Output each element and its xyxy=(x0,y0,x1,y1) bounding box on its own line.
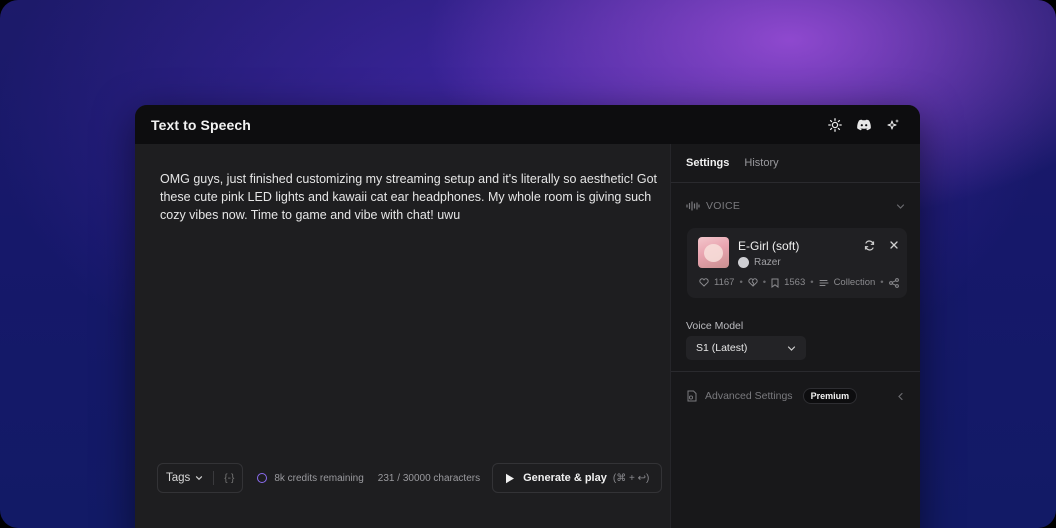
play-icon xyxy=(506,473,515,483)
separator-dot: • xyxy=(880,277,884,288)
credits-indicator: 8k credits remaining xyxy=(257,472,364,484)
tags-separator xyxy=(213,471,215,485)
title-bar: Text to Speech xyxy=(135,105,920,144)
generate-shortcut: (⌘ + ↩) xyxy=(612,472,650,484)
section-divider xyxy=(671,371,920,372)
voice-model-select[interactable]: S1 (Latest) xyxy=(686,336,806,360)
separator-dot: • xyxy=(762,277,767,288)
settings-sidebar: Settings History VOICE E-Girl (soft) Raz… xyxy=(670,144,920,528)
voice-card-actions xyxy=(864,240,899,251)
premium-badge: Premium xyxy=(802,388,858,404)
chevron-left-icon xyxy=(898,392,903,400)
generate-play-button[interactable]: Generate & play (⌘ + ↩) xyxy=(492,463,663,493)
voice-model-value: S1 (Latest) xyxy=(696,342,748,354)
broken-heart-icon[interactable] xyxy=(748,278,758,287)
text-editor[interactable]: OMG guys, just finished customizing my s… xyxy=(135,144,670,528)
share-icon[interactable] xyxy=(888,277,899,288)
author-name: Razer xyxy=(754,257,781,268)
insert-variable-button[interactable]: {-} xyxy=(224,473,234,484)
voice-stats: 1167 • • 1563 • Collection • xyxy=(699,277,899,288)
sparkle-icon[interactable] xyxy=(886,118,900,132)
voice-section-header[interactable]: VOICE xyxy=(686,200,905,212)
chevron-down-icon xyxy=(196,476,203,481)
window-title: Text to Speech xyxy=(151,116,251,133)
advanced-settings-header[interactable]: Advanced Settings Premium xyxy=(686,388,905,404)
settings-file-icon xyxy=(687,390,697,402)
close-icon[interactable] xyxy=(889,240,899,250)
credits-ring-icon xyxy=(257,473,268,483)
voice-avatar xyxy=(698,237,729,268)
credits-text: 8k credits remaining xyxy=(274,472,364,484)
tags-label: Tags xyxy=(166,472,191,484)
tags-control: Tags {-} xyxy=(157,463,244,493)
sun-icon[interactable] xyxy=(828,117,842,132)
sidebar-tabs: Settings History xyxy=(671,144,920,183)
editor-text[interactable]: OMG guys, just finished customizing my s… xyxy=(160,170,660,224)
app-window: Text to Speech OMG guys, just finished c… xyxy=(135,105,920,528)
voice-name: E-Girl (soft) xyxy=(738,239,800,253)
chevron-down-icon xyxy=(896,203,905,209)
author-avatar xyxy=(738,257,749,268)
chevron-down-icon xyxy=(787,345,796,351)
likes-count: 1167 xyxy=(714,277,735,288)
saves-count: 1563 xyxy=(784,277,806,288)
character-count: 231 / 30000 characters xyxy=(377,472,481,484)
background: Text to Speech OMG guys, just finished c… xyxy=(0,0,1056,528)
separator-dot: • xyxy=(810,277,814,288)
editor-bottom-bar: Tags {-} 8k credits remaining 231 / 3000… xyxy=(157,463,663,493)
advanced-settings-label: Advanced Settings xyxy=(705,390,793,402)
list-add-icon xyxy=(819,279,829,286)
voice-model-label: Voice Model xyxy=(686,320,744,332)
waveform-icon xyxy=(686,201,700,211)
titlebar-actions xyxy=(828,117,900,132)
selected-voice-card[interactable]: E-Girl (soft) Razer 1167 • • 1563 • Coll… xyxy=(687,228,907,298)
bookmark-icon[interactable] xyxy=(771,278,779,288)
voice-section-label: VOICE xyxy=(706,200,741,212)
heart-icon[interactable] xyxy=(699,278,709,287)
voice-author: Razer xyxy=(738,257,781,268)
refresh-icon[interactable] xyxy=(864,240,875,251)
discord-icon[interactable] xyxy=(856,119,872,131)
generate-label: Generate & play xyxy=(523,472,607,484)
collection-button[interactable]: Collection xyxy=(834,277,876,288)
tab-settings[interactable]: Settings xyxy=(686,157,729,169)
tab-history[interactable]: History xyxy=(744,157,778,169)
tags-dropdown[interactable]: Tags xyxy=(166,472,203,484)
separator-dot: • xyxy=(739,277,743,288)
